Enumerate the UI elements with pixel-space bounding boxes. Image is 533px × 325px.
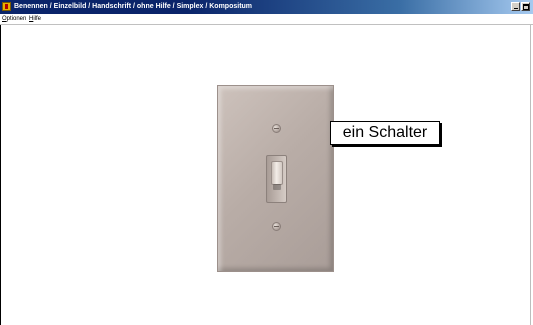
switch-lever xyxy=(271,161,283,190)
menu-hilfe[interactable]: Hilfe xyxy=(29,14,41,24)
app-icon[interactable] xyxy=(2,2,11,11)
maximize-icon[interactable] xyxy=(521,2,530,11)
menu-bar: Optionen Hilfe xyxy=(0,14,533,25)
window-border-right xyxy=(530,25,531,325)
menu-optionen[interactable]: Optionen xyxy=(2,14,26,24)
minimize-icon[interactable] xyxy=(511,2,520,11)
window-title: Benennen / Einzelbild / Handschrift / oh… xyxy=(14,3,253,10)
window-border-left xyxy=(0,25,1,325)
title-bar[interactable]: Benennen / Einzelbild / Handschrift / oh… xyxy=(0,0,533,14)
word-label: ein Schalter xyxy=(330,121,440,145)
bottom-screw xyxy=(272,222,281,231)
top-screw xyxy=(272,124,281,133)
light-switch-image xyxy=(217,85,334,272)
